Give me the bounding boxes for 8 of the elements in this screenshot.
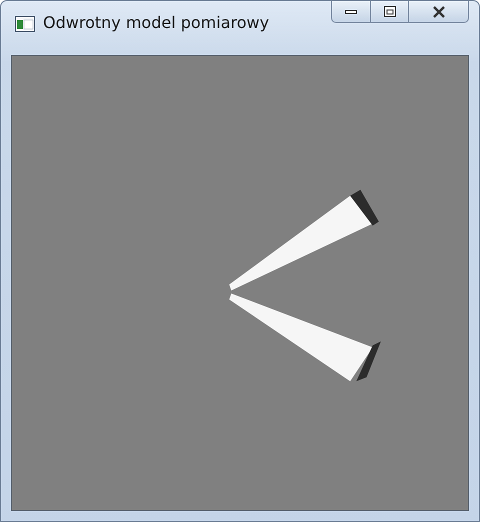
close-icon [432, 6, 446, 18]
maximize-icon [384, 6, 396, 17]
window-title: Odwrotny model pomiarowy [43, 13, 270, 32]
maximize-button[interactable] [371, 1, 409, 23]
window-icon [15, 16, 35, 32]
close-button[interactable] [409, 1, 469, 23]
minimize-button[interactable] [331, 1, 371, 23]
minimize-icon [345, 8, 357, 14]
